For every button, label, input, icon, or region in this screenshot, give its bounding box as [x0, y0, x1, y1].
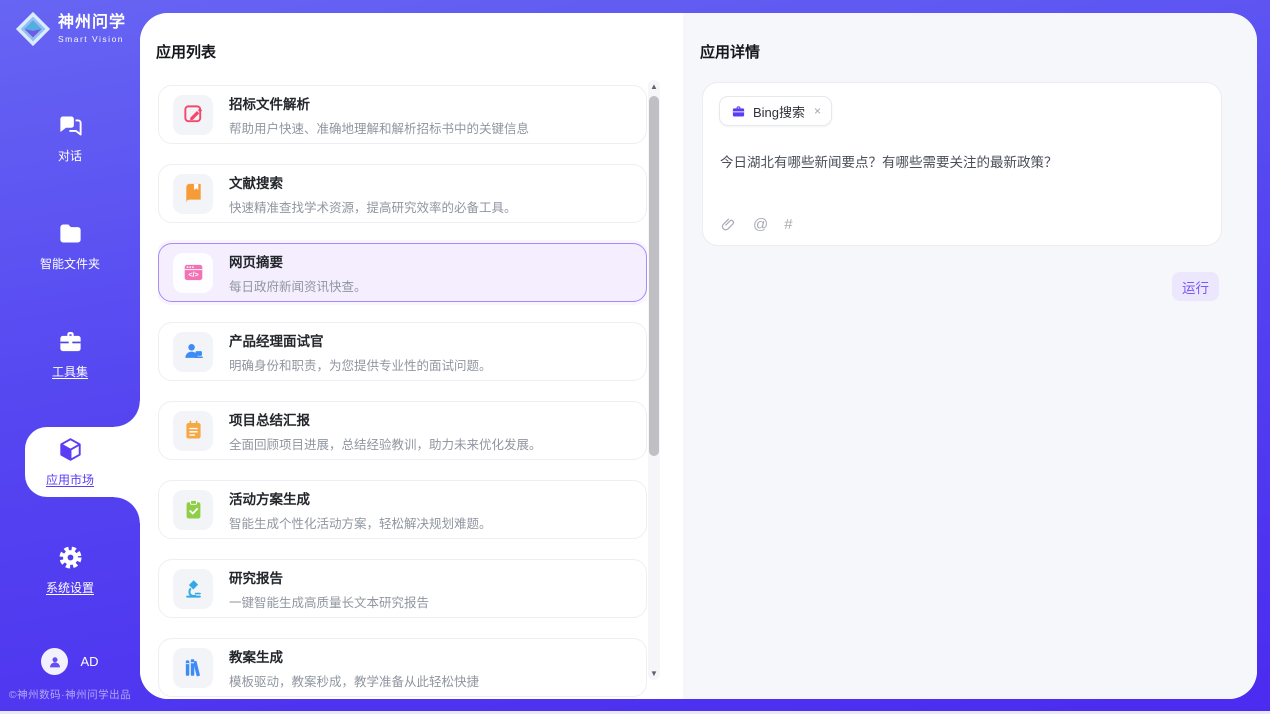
app-card-icon [173, 95, 213, 135]
app-card-desc: 明确身份和职责，为您提供专业性的面试问题。 [229, 355, 492, 374]
bubble-connector-top [114, 401, 140, 427]
app-card-bid-parse[interactable]: 招标文件解析 帮助用户快速、准确地理解和解析招标书中的关键信息 [158, 85, 647, 144]
app-card-title: 招标文件解析 [229, 93, 529, 113]
sidebar-item-icon [57, 220, 84, 247]
avatar [41, 648, 68, 675]
sidebar-item-label: 应用市场 [46, 471, 94, 488]
run-button[interactable]: 运行 [1172, 272, 1219, 301]
app-card-title: 产品经理面试官 [229, 330, 492, 350]
main-content: 应用列表 招标文件解析 帮助用户快速、准确地理解和解析招标书中的关键信息 [140, 13, 1257, 699]
app-card-icon [173, 490, 213, 530]
brand-logo: 神州问学 Smart Vision [14, 10, 126, 48]
app-list-title: 应用列表 [156, 41, 216, 62]
user-name: AD [80, 654, 98, 669]
app-card-lesson-plan[interactable]: 教案生成 模板驱动，教案秒成，教学准备从此轻松快捷 [158, 638, 647, 697]
tool-chip-label: Bing搜索 [753, 102, 805, 121]
app-card-icon [173, 411, 213, 451]
scroll-up-icon[interactable]: ▲ [648, 82, 660, 91]
app-list-panel: 应用列表 招标文件解析 帮助用户快速、准确地理解和解析招标书中的关键信息 [140, 13, 683, 699]
sidebar-item-chat[interactable]: 对话 [0, 84, 140, 192]
app-card-literature[interactable]: 文献搜索 快速精准查找学术资源，提高研究效率的必备工具。 [158, 164, 647, 223]
app-card-icon [173, 569, 213, 609]
hash-icon[interactable]: # [784, 217, 792, 232]
app-card-title: 研究报告 [229, 567, 429, 587]
sidebar-nav: 对话 智能文件夹 工具集 [0, 84, 140, 624]
user-account[interactable]: AD [0, 648, 140, 675]
app-card-icon [173, 648, 213, 688]
brand-name: 神州问学 [58, 15, 126, 31]
app-card-pm-interviewer[interactable]: 产品经理面试官 明确身份和职责，为您提供专业性的面试问题。 [158, 322, 647, 381]
sidebar-item-label: 对话 [58, 147, 82, 164]
sidebar-item-toolset[interactable]: 工具集 [0, 300, 140, 408]
app-card-desc: 帮助用户快速、准确地理解和解析招标书中的关键信息 [229, 118, 529, 137]
sidebar-item-icon [57, 328, 84, 355]
brand-subtitle: Smart Vision [58, 35, 126, 44]
app-card-desc: 一键智能生成高质量长文本研究报告 [229, 592, 429, 611]
app-detail-title: 应用详情 [700, 41, 760, 62]
prompt-editor[interactable]: Bing搜索 × 今日湖北有哪些新闻要点？有哪些需要关注的最新政策？ @ # [702, 82, 1222, 246]
sidebar-item-label: 智能文件夹 [40, 255, 100, 272]
app-card-list: 招标文件解析 帮助用户快速、准确地理解和解析招标书中的关键信息 文献搜索 快速精… [158, 85, 647, 697]
app-card-research[interactable]: 研究报告 一键智能生成高质量长文本研究报告 [158, 559, 647, 618]
app-card-title: 活动方案生成 [229, 488, 492, 508]
user-avatar-icon [47, 654, 63, 670]
sidebar-item-label: 工具集 [52, 363, 88, 380]
sidebar-item-icon [57, 112, 84, 139]
app-card-icon [173, 253, 213, 293]
app-card-desc: 模板驱动，教案秒成，教学准备从此轻松快捷 [229, 671, 479, 690]
list-scrollbar[interactable]: ▲ ▼ [648, 80, 660, 680]
paperclip-icon[interactable] [720, 216, 737, 233]
sidebar-item-settings[interactable]: 系统设置 [0, 516, 140, 624]
sidebar-item-label: 系统设置 [46, 579, 94, 596]
app-card-event-plan[interactable]: 活动方案生成 智能生成个性化活动方案，轻松解决规划难题。 [158, 480, 647, 539]
sidebar-item-icon [57, 436, 84, 463]
at-icon[interactable]: @ [753, 217, 768, 232]
scrollbar-thumb[interactable] [649, 96, 659, 456]
app-card-title: 教案生成 [229, 646, 479, 666]
app-window: 神州问学 Smart Vision 对话 [0, 0, 1270, 714]
app-detail-panel: 应用详情 Bing搜索 × 今日湖北有哪些新闻要点？有哪些需要关注的最新政策？ … [683, 13, 1257, 699]
close-icon[interactable]: × [814, 104, 821, 118]
app-card-title: 文献搜索 [229, 172, 517, 192]
scroll-down-icon[interactable]: ▼ [648, 669, 660, 678]
sidebar: 神州问学 Smart Vision 对话 [0, 0, 140, 714]
app-card-desc: 全面回顾项目进展，总结经验教训，助力未来优化发展。 [229, 434, 542, 453]
app-card-desc: 快速精准查找学术资源，提高研究效率的必备工具。 [229, 197, 517, 216]
prompt-toolbar: @ # [720, 216, 793, 233]
tool-chip-bing-search[interactable]: Bing搜索 × [719, 96, 832, 126]
sidebar-item-icon [57, 544, 84, 571]
sidebar-item-app-market[interactable]: 应用市场 [0, 408, 140, 516]
briefcase-icon [731, 104, 746, 119]
sidebar-item-smart-folder[interactable]: 智能文件夹 [0, 192, 140, 300]
copyright-text: ©神州数码·神州问学出品 [0, 687, 140, 702]
app-card-icon [173, 332, 213, 372]
app-card-icon [173, 174, 213, 214]
app-card-title: 项目总结汇报 [229, 409, 542, 429]
app-card-project-report[interactable]: 项目总结汇报 全面回顾项目进展，总结经验教训，助力未来优化发展。 [158, 401, 647, 460]
app-card-desc: 智能生成个性化活动方案，轻松解决规划难题。 [229, 513, 492, 532]
prompt-text: 今日湖北有哪些新闻要点？有哪些需要关注的最新政策？ [720, 151, 1201, 171]
app-card-web-summary[interactable]: 网页摘要 每日政府新闻资讯快查。 [158, 243, 647, 302]
app-card-desc: 每日政府新闻资讯快查。 [229, 276, 367, 295]
app-card-title: 网页摘要 [229, 251, 367, 271]
gem-logo-icon [14, 10, 52, 48]
